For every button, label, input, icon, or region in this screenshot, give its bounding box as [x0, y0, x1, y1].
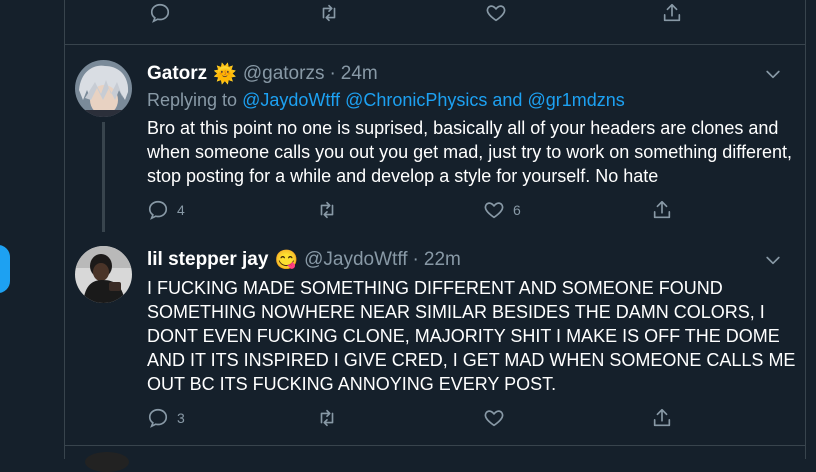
chevron-down-icon[interactable] [763, 64, 783, 84]
tweet-lil-stepper-jay[interactable]: lil stepper jay 😋 @JaydoWtff · 22m I FUC… [65, 240, 805, 440]
thread-line [102, 122, 105, 232]
replying-user-link[interactable]: @gr1mdzns [527, 90, 624, 110]
divider [65, 445, 805, 446]
like-button[interactable] [483, 407, 513, 429]
heart-icon [484, 410, 504, 427]
sidebar-tweet-button-edge[interactable] [0, 245, 10, 293]
like-button[interactable]: 6 [483, 199, 521, 221]
tweet-actions: 3 [147, 407, 767, 437]
reply-button[interactable]: 3 [147, 407, 185, 429]
reply-count: 4 [177, 202, 185, 218]
retweet-button[interactable] [315, 199, 347, 221]
reply-button[interactable]: 4 [147, 199, 185, 221]
share-button[interactable] [651, 407, 673, 429]
heart-icon [484, 202, 504, 219]
replying-user-link[interactable]: @JaydoWtff [242, 90, 340, 110]
retweet-icon [322, 4, 336, 22]
name-emoji: 😋 [274, 250, 299, 271]
heart-icon [486, 5, 506, 22]
share-icon [653, 200, 671, 219]
share-icon [653, 408, 671, 427]
reply-count: 3 [177, 410, 185, 426]
replying-user-link[interactable]: @ChronicPhysics [345, 90, 487, 110]
share-button[interactable] [651, 199, 673, 221]
retweet-icon [320, 409, 334, 427]
tweet-header: Gatorz 🌞 @gatorzs · 24m [147, 62, 378, 86]
display-name[interactable]: Gatorz [147, 63, 207, 85]
reply-icon [148, 408, 168, 428]
tweet-header: lil stepper jay 😋 @JaydoWtff · 22m [147, 248, 461, 272]
name-emoji: 🌞 [213, 64, 237, 85]
replying-to: Replying to @JaydoWtff @ChronicPhysics a… [147, 90, 625, 111]
reply-icon [148, 200, 168, 220]
timestamp[interactable]: 24m [341, 63, 378, 85]
share-button[interactable] [661, 2, 683, 24]
avatar[interactable] [75, 60, 132, 117]
replying-prefix: Replying to [147, 90, 238, 110]
tweet-text: I FUCKING MADE SOMETHING DIFFERENT AND S… [147, 278, 796, 394]
retweet-button[interactable] [317, 2, 349, 24]
timestamp[interactable]: 22m [424, 249, 461, 271]
share-icon [663, 3, 681, 22]
separator: · [329, 63, 336, 84]
like-count: 6 [513, 202, 521, 218]
handle[interactable]: @JaydoWtff [304, 249, 407, 271]
tweet-gatorz[interactable]: Gatorz 🌞 @gatorzs · 24m Replying to @Jay… [65, 44, 805, 240]
replying-and[interactable]: and [492, 90, 522, 110]
reply-button[interactable] [149, 2, 179, 24]
tweet-actions: 4 6 [147, 199, 767, 229]
next-tweet-avatar-partial[interactable] [85, 452, 129, 472]
separator: · [412, 249, 419, 270]
display-name[interactable]: lil stepper jay [147, 249, 268, 271]
handle[interactable]: @gatorzs [243, 63, 325, 85]
retweet-button[interactable] [315, 407, 347, 429]
tweet-text: Bro at this point no one is suprised, ba… [147, 118, 793, 186]
avatar[interactable] [75, 246, 132, 303]
like-button[interactable] [485, 2, 515, 24]
chevron-down-icon[interactable] [763, 250, 783, 270]
reply-icon [150, 3, 170, 23]
timeline-column: Gatorz 🌞 @gatorzs · 24m Replying to @Jay… [64, 0, 806, 472]
retweet-icon [320, 201, 334, 219]
previous-tweet-actions [149, 2, 769, 32]
